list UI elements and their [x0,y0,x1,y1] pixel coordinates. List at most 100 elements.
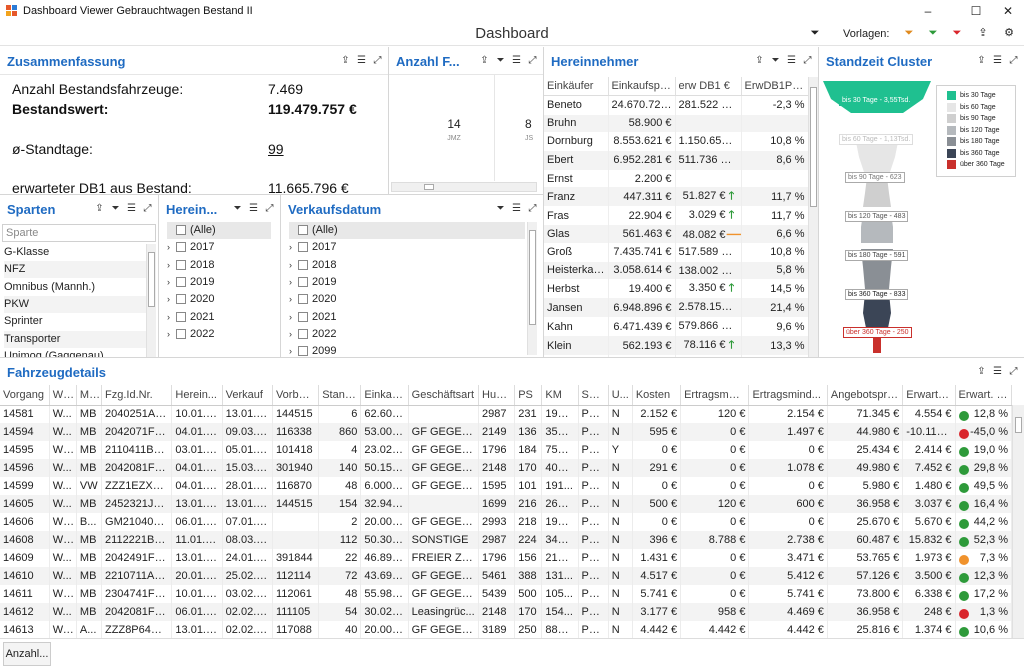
maximize-icon[interactable]: ⤢ [801,54,814,67]
table-row[interactable]: 14612 W... MB 2042081F1... 06.01.2... 02.02.2… [0,603,1013,621]
filter-list-icon[interactable]: ☰ [247,202,260,215]
tree-item[interactable]: › 2099 [289,343,525,357]
column-header[interactable]: Einkäufer [544,77,609,96]
column-header[interactable]: PS [514,385,543,406]
chevron-right-icon[interactable]: › [289,343,298,357]
checkbox[interactable] [298,225,308,236]
sparte-item[interactable]: Omnibus (Mannh.) [4,279,146,296]
column-header[interactable]: U... [608,385,633,406]
checkbox[interactable] [298,259,308,270]
checkbox[interactable] [298,242,308,253]
chevron-right-icon[interactable]: › [289,274,298,291]
column-header[interactable]: Kosten [632,385,682,406]
tree-item[interactable]: › 2022 [289,326,525,343]
sparte-item[interactable]: PKW [4,295,146,313]
export-icon[interactable]: ⇪ [93,202,106,215]
column-header[interactable]: Stand... [318,385,362,406]
legend-item[interactable]: bis 90 Tage [947,113,996,124]
legend-item[interactable]: bis 180 Tage [947,136,1000,147]
export-icon[interactable]: ⇪ [976,26,990,40]
table-row[interactable]: 14581 W... MB 2040251A3... 10.01.2... 13.01.2… [0,405,1013,423]
export-icon[interactable]: ⇪ [975,54,988,67]
legend-item[interactable]: über 360 Tage [947,159,1005,170]
tree-item[interactable]: › 2019 [167,274,274,291]
table-row[interactable]: 14610 W... MB 2210711A0... 20.01.2... 25.02.2… [0,567,1013,585]
checkbox[interactable] [176,294,186,305]
settings-icon[interactable]: ⚙ [1002,26,1016,40]
maximize-button[interactable]: ☐ [960,0,992,22]
template-filter-icon[interactable]: ⏷ [902,26,916,40]
sparte-item[interactable]: Transporter [4,330,146,348]
vertical-scrollbar[interactable] [1012,405,1024,638]
chevron-right-icon[interactable]: › [289,309,298,326]
checkbox[interactable] [298,276,308,287]
table-row[interactable]: Herbst 19.400 €3.350 € 🡑 14,5 % [544,279,809,299]
column-header[interactable]: ErwDB1Pro... [741,77,809,96]
table-row[interactable]: Kahn 6.471.439 €579.866 € 🡕 9,6 % [544,317,809,337]
column-header[interactable]: Erwart. D... [955,385,1013,406]
filter-list-icon[interactable]: ☰ [991,54,1004,67]
table-row[interactable]: 14596 W... MB 2042081F0... 04.01.2... 15.03.2… [0,459,1013,477]
vertical-scrollbar[interactable] [527,222,537,355]
legend-item[interactable]: bis 30 Tage [947,90,996,101]
export-icon[interactable]: ⇪ [975,365,988,378]
table-row[interactable]: Jansen6.948.896 €2.578.159 €🡑21,4 % [544,298,809,318]
table-row[interactable]: Glas561.463 €48.082 €🡒6,6 % [544,225,809,243]
maximize-icon[interactable]: ⤢ [141,202,154,215]
filter-list-icon[interactable]: ☰ [991,365,1004,378]
tree-item[interactable]: › 2021 [167,309,274,326]
chevron-right-icon[interactable]: › [167,257,176,274]
chevron-right-icon[interactable]: › [167,309,176,326]
checkbox[interactable] [298,294,308,305]
column-header[interactable]: Ertragsmind... [748,385,828,406]
sparte-item[interactable]: Unimog (Gaggenau) [4,348,146,357]
maximize-icon[interactable]: ⤢ [1007,54,1020,67]
vertical-scrollbar[interactable] [146,244,156,357]
chevron-right-icon[interactable]: › [167,239,176,256]
table-row[interactable]: 14609 W... MB 2042491F4... 13.01.2... 24.01.2… [0,549,1013,567]
template-delete-icon[interactable]: ⏷ [950,26,964,40]
horizontal-scrollbar[interactable] [391,182,537,192]
column-header[interactable]: Spa... [578,385,609,406]
sparte-item[interactable]: NFZ [4,261,146,279]
anzahl-button[interactable]: Anzahl... [3,642,51,666]
checkbox[interactable] [176,311,186,322]
tree-item[interactable]: (Alle) [289,222,525,239]
tree-item[interactable]: › 2017 [167,239,274,256]
column-header[interactable]: WHC [49,385,77,406]
table-row[interactable]: Groß 7.435.741 €517.589 € 🡑 10,8 % [544,242,809,262]
maximize-icon[interactable]: ⤢ [1007,365,1020,378]
tree-item[interactable]: › 2019 [289,274,525,291]
checkbox[interactable] [176,276,186,287]
table-row[interactable]: Heisterkamp3.058.614 €138.002 €🡒5,8 % [544,261,809,280]
table-row[interactable]: Ernst 2.200 € [544,169,809,188]
close-button[interactable]: ✕ [992,0,1024,22]
table-row[interactable]: 14605 W... MB 2452321J5... 13.01.2... 13.01.2… [0,495,1013,513]
column-header[interactable]: Herein... [171,385,223,406]
legend-item[interactable]: bis 360 Tage [947,148,1000,159]
column-header[interactable]: Fzg.Id.Nr. [101,385,173,406]
tree-item[interactable]: › 2020 [167,291,274,308]
tree-item[interactable]: › 2021 [289,309,525,326]
sparte-item[interactable]: G-Klasse [4,244,146,261]
sparte-search-input[interactable]: Sparte [2,224,156,242]
checkbox[interactable] [176,225,186,236]
table-row[interactable]: Ebert 6.952.281 €511.736 € 🡕 8,6 % [544,150,809,170]
chevron-right-icon[interactable]: › [167,291,176,308]
chevron-right-icon[interactable]: › [289,291,298,308]
export-icon[interactable]: ⇪ [339,54,352,67]
filter-icon[interactable]: ⏷ [494,202,507,215]
table-row[interactable]: 14608 WDB MB 2112221B2... 11.01.2... 08.03.2.… [0,531,1013,549]
maximize-icon[interactable]: ⤢ [263,202,276,215]
column-header[interactable]: Einkauf... [360,385,409,406]
column-header[interactable]: M... [76,385,103,406]
chevron-right-icon[interactable]: › [167,326,176,343]
column-header[interactable]: Verkauf [222,385,273,406]
column-header[interactable]: Hubr... [478,385,516,406]
filter-list-icon[interactable]: ☰ [510,202,523,215]
column-header[interactable]: Ertragsmeh... [680,385,750,406]
minimize-button[interactable]: – [912,0,944,22]
filter-list-icon[interactable]: ☰ [125,202,138,215]
filter-icon[interactable]: ⏷ [109,202,122,215]
checkbox[interactable] [176,259,186,270]
